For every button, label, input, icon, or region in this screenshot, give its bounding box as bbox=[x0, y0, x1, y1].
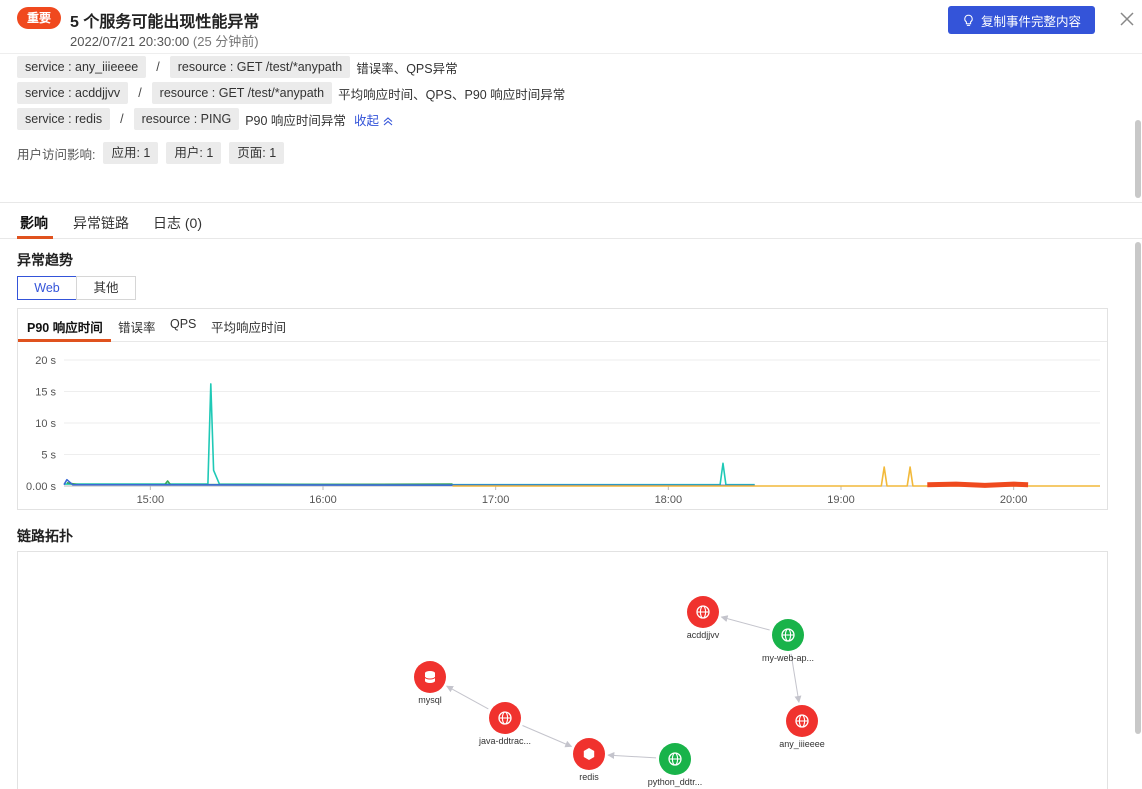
severity-badge: 重要 bbox=[17, 7, 61, 29]
topology-node-mysql[interactable]: mysql bbox=[414, 661, 446, 705]
event-time: 2022/07/21 20:30:00 (25 分钟前) bbox=[70, 31, 259, 50]
collapse-label: 收起 bbox=[353, 113, 379, 128]
tab-qps[interactable]: QPS bbox=[170, 317, 196, 331]
series-line-cyan bbox=[64, 383, 755, 486]
impact-page-tag: 页面: 1 bbox=[229, 142, 285, 164]
tab-impact[interactable]: 影响 bbox=[20, 213, 48, 233]
x-tick-label: 20:00 bbox=[1000, 494, 1028, 506]
user-impact: 用户访问影响: 应用: 1 用户: 1 页面: 1 bbox=[17, 142, 292, 164]
y-tick-label: 15 s bbox=[35, 387, 56, 399]
tab-avg-response[interactable]: 平均响应时间 bbox=[211, 317, 286, 336]
anomaly-desc: 错误率、QPS异常 bbox=[356, 61, 458, 76]
y-tick-label: 5 s bbox=[41, 450, 56, 462]
node-label: java-ddtrac... bbox=[478, 736, 531, 746]
tab-error-rate[interactable]: 错误率 bbox=[118, 317, 156, 336]
type-switch: Web 其他 bbox=[17, 276, 136, 300]
resource-tag: resource : GET /test/*anypath bbox=[169, 56, 351, 78]
chevron-up-icon bbox=[384, 116, 393, 125]
active-tab-indicator bbox=[17, 236, 53, 239]
x-tick-label: 19:00 bbox=[827, 494, 855, 506]
tab-trace[interactable]: 异常链路 bbox=[73, 213, 129, 233]
event-header: 重要 5 个服务可能出现性能异常 2022/07/21 20:30:00 (25… bbox=[0, 0, 1142, 54]
node-label: acddjjvv bbox=[687, 630, 720, 640]
node-label: my-web-ap... bbox=[762, 653, 814, 663]
service-tag: service : any_iiieeee bbox=[17, 56, 147, 78]
resource-tag: resource : GET /test/*anypath bbox=[151, 82, 333, 104]
x-tick-label: 18:00 bbox=[655, 494, 683, 506]
scrollbar-top[interactable] bbox=[1134, 54, 1142, 202]
y-tick-label: 10 s bbox=[35, 418, 56, 430]
copy-event-button[interactable]: 复制事件完整内容 bbox=[948, 6, 1095, 34]
collapse-link[interactable]: 收起 bbox=[354, 110, 395, 129]
trend-title: 异常趋势 bbox=[17, 252, 73, 268]
separator: / bbox=[138, 86, 142, 100]
anomaly-desc: 平均响应时间、QPS、P90 响应时间异常 bbox=[338, 87, 566, 102]
metric-tabs: P90 响应时间 错误率 QPS 平均响应时间 bbox=[18, 309, 1107, 342]
x-tick-label: 17:00 bbox=[482, 494, 510, 506]
topology-node-java[interactable]: java-ddtrac... bbox=[478, 702, 531, 746]
copy-event-label: 复制事件完整内容 bbox=[980, 14, 1081, 29]
y-tick-label: 20 s bbox=[35, 355, 56, 367]
topology-edge bbox=[720, 615, 770, 631]
service-tag: service : redis bbox=[17, 108, 111, 130]
impact-user-tag: 用户: 1 bbox=[166, 142, 222, 164]
node-label: any_iiieeee bbox=[779, 739, 825, 749]
topology-graph: acddjjvv my-web-ap... mysql java-ddtrac... a… bbox=[414, 596, 825, 787]
divider bbox=[0, 202, 1142, 203]
service-row: service : acddjjvv / resource : GET /tes… bbox=[17, 82, 565, 104]
trend-chart: 20 s 15 s 10 s 5 s 0.00 s 15:00 16:00 17:00 18:0… bbox=[26, 355, 1100, 506]
tab-logs[interactable]: 日志 (0) bbox=[153, 213, 202, 233]
separator: / bbox=[156, 60, 160, 74]
node-label: redis bbox=[579, 772, 599, 782]
event-timestamp: 2022/07/21 20:30:00 bbox=[70, 34, 190, 49]
node-label: mysql bbox=[418, 695, 442, 705]
series-line-red bbox=[927, 481, 1029, 488]
topology-node-any[interactable]: any_iiieeee bbox=[779, 705, 825, 749]
y-tick-label: 0.00 s bbox=[26, 481, 56, 493]
close-icon[interactable] bbox=[1116, 8, 1138, 30]
user-impact-label: 用户访问影响: bbox=[17, 147, 96, 162]
switch-other[interactable]: 其他 bbox=[76, 276, 136, 300]
event-relative-time: (25 分钟前) bbox=[192, 34, 259, 49]
topology-node-redis[interactable]: redis bbox=[573, 738, 605, 782]
active-metric-indicator bbox=[18, 339, 111, 342]
anomaly-desc: P90 响应时间异常 bbox=[245, 113, 346, 128]
topology-edge bbox=[607, 751, 657, 759]
tab-p90[interactable]: P90 响应时间 bbox=[27, 317, 103, 336]
topology-node-acddjjvv[interactable]: acddjjvv bbox=[687, 596, 720, 640]
node-label: python_ddtr... bbox=[648, 777, 703, 787]
bulb-icon bbox=[964, 14, 973, 26]
service-list: service : any_iiieeee / resource : GET /… bbox=[17, 56, 565, 134]
trend-chart-panel: P90 响应时间 错误率 QPS 平均响应时间 20 s 15 s 10 s 5 s 0… bbox=[17, 308, 1108, 510]
resource-tag: resource : PING bbox=[133, 108, 240, 130]
topology-panel: acddjjvv my-web-ap... mysql java-ddtrac... a… bbox=[17, 551, 1108, 789]
detail-tabs: 影响 异常链路 日志 (0) bbox=[0, 204, 1142, 239]
x-tick-label: 15:00 bbox=[137, 494, 165, 506]
x-tick-label: 16:00 bbox=[309, 494, 337, 506]
topology-title: 链路拓扑 bbox=[17, 528, 73, 544]
scrollbar-main[interactable] bbox=[1134, 240, 1142, 789]
service-row: service : redis / resource : PING P90 响应… bbox=[17, 108, 565, 130]
topology-edge bbox=[446, 685, 489, 710]
topology-node-python[interactable]: python_ddtr... bbox=[648, 743, 703, 787]
service-row: service : any_iiieeee / resource : GET /… bbox=[17, 56, 565, 78]
event-title: 5 个服务可能出现性能异常 bbox=[70, 14, 260, 31]
impact-app-tag: 应用: 1 bbox=[103, 142, 159, 164]
service-tag: service : acddjjvv bbox=[17, 82, 129, 104]
switch-web[interactable]: Web bbox=[17, 276, 77, 300]
topology-node-my-web[interactable]: my-web-ap... bbox=[762, 619, 814, 663]
separator: / bbox=[120, 112, 124, 126]
